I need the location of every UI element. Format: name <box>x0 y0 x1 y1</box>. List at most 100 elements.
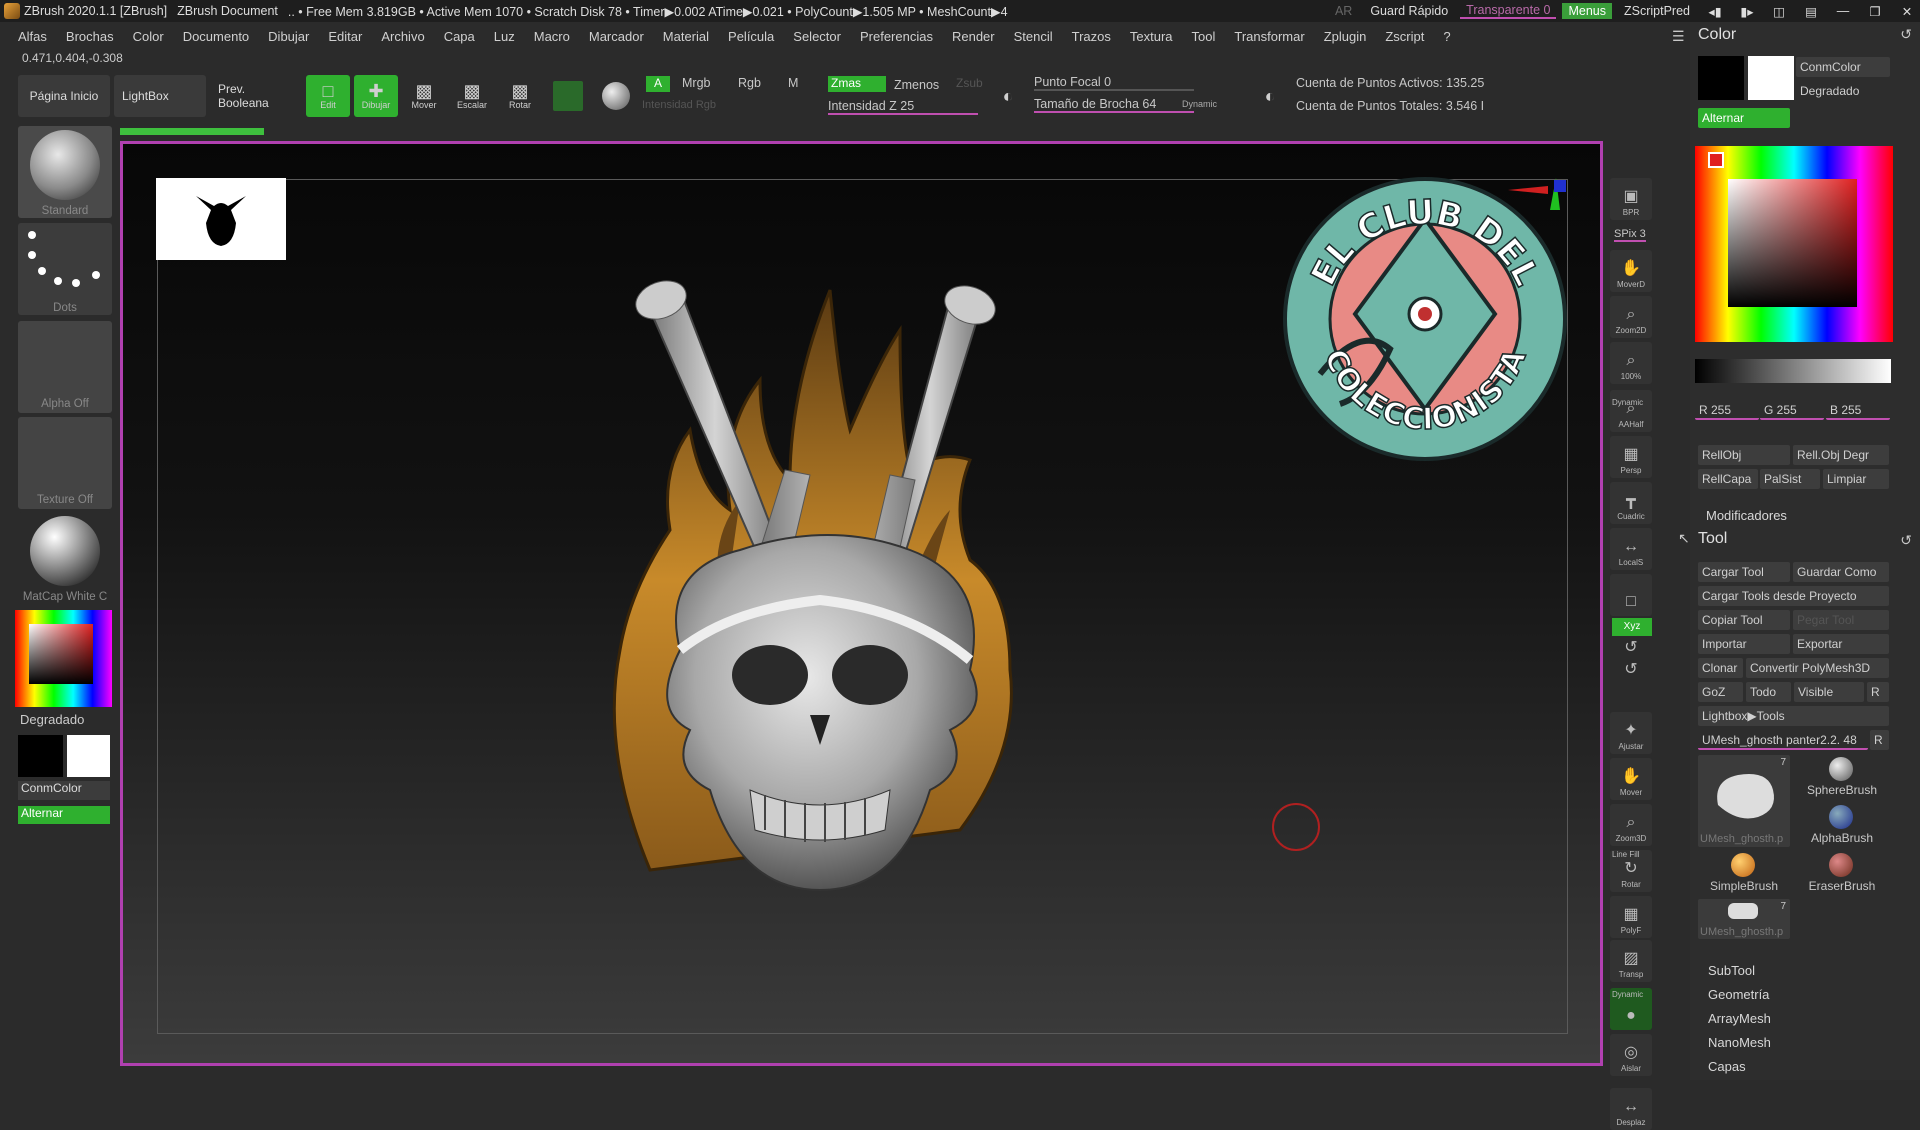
draw-size-slider[interactable]: Tamaño de Brocha 64 <box>1034 97 1194 113</box>
navigator-thumbnail[interactable] <box>156 178 286 260</box>
current-tool-slider[interactable]: UMesh_ghosth panter2.2. 48 <box>1698 730 1868 750</box>
home-page-button[interactable]: Página Inicio <box>18 75 110 117</box>
right-tool-btn-9[interactable]: □ <box>1610 574 1652 616</box>
secondary-color-swatch[interactable] <box>1698 56 1744 100</box>
goz-r-button[interactable]: R <box>1867 682 1889 702</box>
menu-stencil[interactable]: Stencil <box>1014 29 1053 44</box>
menu-render[interactable]: Render <box>952 29 995 44</box>
right-tool-mover[interactable]: ✋ Mover <box>1610 758 1652 800</box>
color-panel-reset-icon[interactable]: ↺ <box>1900 26 1912 43</box>
tool-thumb-simplebrush[interactable]: SimpleBrush <box>1698 851 1790 897</box>
right-tool-zoom3d[interactable]: ⌕ Zoom3D <box>1610 804 1652 846</box>
menu-capa[interactable]: Capa <box>444 29 475 44</box>
subpanel-subtool[interactable]: SubTool <box>1708 963 1755 978</box>
tool-thumb-alphabrush[interactable]: AlphaBrush <box>1796 803 1888 849</box>
draw-dynamic-icon-button[interactable]: ◐ <box>1248 75 1292 117</box>
blue-slider[interactable]: B 255 <box>1826 400 1890 420</box>
lightbox-button[interactable]: LightBox <box>114 75 206 117</box>
paste-tool-button[interactable]: Pegar Tool <box>1793 610 1889 630</box>
tool-thumb-spherebrush[interactable]: SphereBrush <box>1796 755 1888 801</box>
fill-layer-button[interactable]: RellCapa <box>1698 469 1758 489</box>
import-button[interactable]: Importar <box>1698 634 1790 654</box>
load-tool-button[interactable]: Cargar Tool <box>1698 562 1790 582</box>
menu-luz[interactable]: Luz <box>494 29 515 44</box>
menu-selector[interactable]: Selector <box>793 29 841 44</box>
zcut-toggle[interactable]: Zsub <box>956 76 983 90</box>
tool-panel-reset-icon[interactable]: ↺ <box>1900 532 1912 549</box>
menu-alfas[interactable]: Alfas <box>18 29 47 44</box>
menu-material[interactable]: Material <box>663 29 709 44</box>
menu-zscript[interactable]: Zscript <box>1385 29 1424 44</box>
right-tool-persp[interactable]: ▦ Persp <box>1610 436 1652 478</box>
maximize-icon[interactable]: ❐ <box>1862 4 1888 19</box>
tool-panel-pin-icon[interactable]: ↖ <box>1678 530 1690 547</box>
main-color-swatch[interactable] <box>1748 56 1794 100</box>
menu-zplugin[interactable]: Zplugin <box>1324 29 1367 44</box>
secondary-color-swatch[interactable] <box>18 735 63 777</box>
subpanel-nanomesh[interactable]: NanoMesh <box>1708 1035 1771 1050</box>
menu-textura[interactable]: Textura <box>1130 29 1173 44</box>
dynamic-toggle[interactable]: Dynamic <box>1182 99 1217 109</box>
fill-object-button[interactable]: RellObj <box>1698 445 1790 465</box>
lightbox-tools-button[interactable]: Lightbox▶Tools <box>1698 706 1889 726</box>
xyz-symmetry-toggle[interactable]: Xyz <box>1612 618 1652 636</box>
draw-button[interactable]: ✚ Dibujar <box>354 75 398 117</box>
export-button[interactable]: Exportar <box>1793 634 1889 654</box>
left-color-picker[interactable] <box>15 610 112 707</box>
clone-button[interactable]: Clonar <box>1698 658 1743 678</box>
convert-polymesh-button[interactable]: Convertir PolyMesh3D <box>1746 658 1889 678</box>
color-picker[interactable] <box>1695 146 1893 342</box>
right-tool-cuadric[interactable]: ┳ Cuadric <box>1610 482 1652 524</box>
switch-color-button[interactable]: ConmColor <box>1796 57 1890 77</box>
tray-menu-icon[interactable]: ☰ <box>1672 28 1685 45</box>
menu-preferencias[interactable]: Preferencias <box>860 29 933 44</box>
right-tool-ajustar[interactable]: ✦ Ajustar <box>1610 712 1652 754</box>
menu-archivo[interactable]: Archivo <box>381 29 424 44</box>
menu-pelicula[interactable]: Película <box>728 29 774 44</box>
switch-color-button[interactable]: ConmColor <box>18 781 110 800</box>
clear-button[interactable]: Limpiar <box>1823 469 1889 489</box>
z-intensity-slider[interactable]: Intensidad Z 25 <box>828 99 978 115</box>
scale-button[interactable]: ▩ Escalar <box>450 75 494 117</box>
right-tool-100-[interactable]: ⌕ 100% <box>1610 342 1652 384</box>
transparency-slider[interactable]: Transparente 0 <box>1460 3 1557 19</box>
rgb-toggle[interactable]: Rgb <box>738 76 761 90</box>
menu-macro[interactable]: Macro <box>534 29 570 44</box>
spix-slider[interactable]: SPix 3 <box>1614 228 1646 242</box>
menus-toggle[interactable]: Menus <box>1562 3 1612 19</box>
right-tool-polyf[interactable]: ▦ PolyF <box>1610 896 1652 938</box>
save-as-button[interactable]: Guardar Como <box>1793 562 1889 582</box>
main-color-swatch[interactable] <box>67 735 110 777</box>
green-slider[interactable]: G 255 <box>1760 400 1824 420</box>
menu-marcador[interactable]: Marcador <box>589 29 644 44</box>
rgb-intensity-slider[interactable]: Intensidad Rgb <box>642 99 716 111</box>
menu-trazos[interactable]: Trazos <box>1072 29 1111 44</box>
right-tool-transp[interactable]: ▨ Transp <box>1610 940 1652 982</box>
red-slider[interactable]: R 255 <box>1695 400 1759 420</box>
system-palette-button[interactable]: PalSist <box>1760 469 1820 489</box>
subpanel-arraymesh[interactable]: ArrayMesh <box>1708 1011 1771 1026</box>
zsub-toggle[interactable]: Zmenos <box>894 78 939 92</box>
subpanel-capas[interactable]: Capas <box>1708 1059 1746 1074</box>
tool-thumb-current[interactable]: 7 UMesh_ghosth.p <box>1698 755 1790 847</box>
layout-icon[interactable]: ◫ <box>1766 4 1792 19</box>
tool-thumb-umesh-second[interactable]: 7 UMesh_ghosth.p <box>1698 899 1790 939</box>
right-tool-btn-12[interactable]: ↺ <box>1610 661 1652 684</box>
hue-marker[interactable] <box>1708 152 1724 168</box>
subpanel-geometria[interactable]: Geometría <box>1708 987 1769 1002</box>
grayscale-slider[interactable] <box>1695 359 1891 383</box>
layout-next-icon[interactable]: ▮▸ <box>1734 4 1760 19</box>
load-tools-from-project-button[interactable]: Cargar Tools desde Proyecto <box>1698 586 1889 606</box>
move-button[interactable]: ▩ Mover <box>402 75 446 117</box>
minimize-icon[interactable]: — <box>1830 4 1856 18</box>
goz-visible-button[interactable]: Visible <box>1794 682 1864 702</box>
right-tool-zoom2d[interactable]: ⌕ Zoom2D <box>1610 296 1652 338</box>
right-tool-locals[interactable]: ↔ LocalS <box>1610 528 1652 570</box>
close-icon[interactable]: ✕ <box>1894 4 1920 19</box>
edit-button[interactable]: □ Edit <box>306 75 350 117</box>
goz-button[interactable]: GoZ <box>1698 682 1743 702</box>
menu-transformar[interactable]: Transformar <box>1234 29 1304 44</box>
right-tool-aislar[interactable]: ◎ Aislar <box>1610 1034 1652 1076</box>
boolean-preview-button[interactable]: Prev. Booleana <box>210 75 302 117</box>
m-toggle[interactable]: M <box>788 76 798 90</box>
